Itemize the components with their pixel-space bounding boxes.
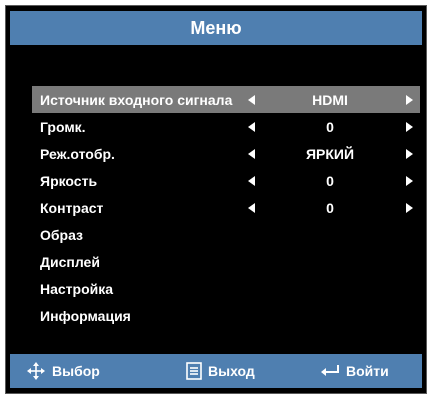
arrow-right-icon[interactable] (406, 121, 413, 132)
footer-enter-label: Войти (346, 363, 389, 379)
menu-row-brightness[interactable]: Яркость 0 (32, 167, 420, 194)
arrow-left-icon[interactable] (248, 175, 255, 186)
four-way-arrows-icon (26, 361, 46, 381)
osd-menu: Меню Источник входного сигнала HDMI Гром… (5, 5, 427, 394)
arrow-right-icon[interactable] (406, 94, 413, 105)
menu-row-settings[interactable]: Настройка (32, 275, 420, 302)
menu-title-bar: Меню (10, 11, 422, 45)
row-value: HDMI (312, 91, 348, 108)
arrow-left-icon[interactable] (248, 202, 255, 213)
menu-row-image[interactable]: Образ (32, 221, 420, 248)
arrow-right-icon[interactable] (406, 175, 413, 186)
enter-arrow-icon (320, 364, 340, 378)
row-label: Контраст (40, 199, 104, 216)
arrow-left-icon[interactable] (248, 121, 255, 132)
row-label: Дисплей (40, 253, 100, 270)
row-label: Образ (40, 226, 84, 243)
menu-row-display[interactable]: Дисплей (32, 248, 420, 275)
menu-row-display-mode[interactable]: Реж.отобр. ЯРКИЙ (32, 140, 420, 167)
row-label: Источник входного сигнала (40, 91, 233, 108)
arrow-left-icon[interactable] (248, 94, 255, 105)
row-label: Реж.отобр. (40, 145, 115, 162)
row-label: Яркость (40, 172, 98, 189)
footer-enter-hint: Войти (320, 354, 389, 388)
arrow-right-icon[interactable] (406, 148, 413, 159)
row-label: Настройка (40, 280, 114, 297)
menu-title: Меню (190, 17, 242, 38)
menu-rows: Источник входного сигнала HDMI Громк. 0 … (32, 86, 420, 329)
row-value: 0 (326, 118, 334, 135)
row-label: Информация (40, 307, 131, 324)
arrow-right-icon[interactable] (406, 202, 413, 213)
footer-select-label: Выбор (52, 363, 100, 379)
menu-box-icon (186, 362, 202, 380)
footer-exit-hint: Выход (186, 354, 255, 388)
row-value: 0 (326, 172, 334, 189)
menu-footer: Выбор Выход Войти (10, 354, 422, 388)
menu-row-volume[interactable]: Громк. 0 (32, 113, 420, 140)
menu-row-input-source[interactable]: Источник входного сигнала HDMI (32, 86, 420, 113)
footer-exit-label: Выход (208, 363, 255, 379)
menu-row-contrast[interactable]: Контраст 0 (32, 194, 420, 221)
row-label: Громк. (40, 118, 86, 135)
menu-row-information[interactable]: Информация (32, 302, 420, 329)
row-value: ЯРКИЙ (305, 145, 355, 162)
row-value: 0 (326, 199, 334, 216)
footer-select-hint: Выбор (26, 354, 100, 388)
arrow-left-icon[interactable] (248, 148, 255, 159)
